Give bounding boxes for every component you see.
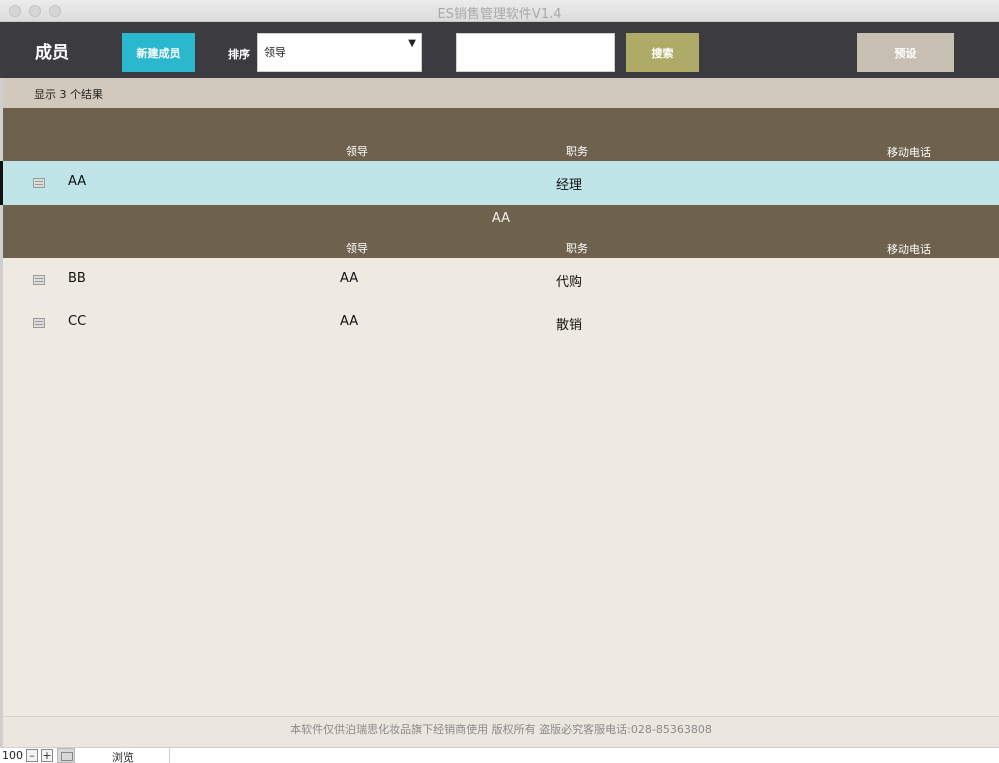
column-header-leader: 领导 — [346, 145, 368, 158]
status-divider — [169, 748, 170, 763]
list-item[interactable]: BB AA 代购 — [3, 258, 999, 302]
preset-button[interactable]: 预设 — [857, 33, 954, 72]
results-count: 显示 3 个结果 — [34, 88, 103, 101]
member-job: 经理 — [556, 178, 583, 193]
search-button[interactable]: 搜索 — [626, 33, 699, 72]
sort-label: 排序 — [228, 48, 250, 61]
list-item[interactable]: CC AA 散销 — [3, 301, 999, 345]
sort-select[interactable]: 领导 ▼ — [257, 33, 422, 72]
zoom-out-button[interactable]: – — [26, 749, 38, 762]
member-name: CC — [68, 314, 87, 329]
member-leader: AA — [340, 271, 359, 286]
group-header: 领导 职务 移动电话 — [3, 108, 999, 161]
window-titlebar: ES销售管理软件V1.4 — [0, 0, 999, 22]
zoom-in-button[interactable]: + — [41, 749, 53, 762]
member-leader: AA — [340, 314, 359, 329]
column-header-phone: 移动电话 — [887, 243, 931, 256]
results-bar: 显示 3 个结果 — [3, 78, 999, 108]
record-icon[interactable] — [33, 275, 45, 285]
column-header-phone: 移动电话 — [887, 146, 931, 159]
search-input[interactable] — [456, 33, 615, 72]
column-header-job: 职务 — [566, 242, 588, 255]
layout-toggle-icon[interactable] — [57, 748, 75, 763]
column-header-job: 职务 — [566, 145, 588, 158]
header-bar: 成员 新建成员 排序 领导 ▼ 搜索 预设 — [0, 22, 999, 78]
record-icon[interactable] — [33, 318, 45, 328]
column-header-leader: 领导 — [346, 242, 368, 255]
list-item[interactable]: AA 经理 — [0, 161, 999, 205]
copyright-notice: 本软件仅供泊瑞思化妆品旗下经销商使用 版权所有 盗版必究客服电话:028-853… — [290, 723, 712, 736]
page-title: 成员 — [35, 43, 69, 63]
sort-selected-value: 领导 — [264, 46, 286, 59]
group-name: AA — [491, 211, 511, 226]
zoom-level: 100 — [2, 749, 23, 762]
member-job: 散销 — [556, 318, 583, 333]
footer: 本软件仅供泊瑞思化妆品旗下经销商使用 版权所有 盗版必究客服电话:028-853… — [3, 716, 999, 747]
window-title: ES销售管理软件V1.4 — [437, 7, 562, 22]
member-job: 代购 — [556, 275, 583, 290]
member-list: 领导 职务 移动电话 AA 经理 AA 领导 职务 移动电话 BB AA 代购 … — [0, 108, 999, 716]
new-member-button[interactable]: 新建成员 — [122, 33, 195, 72]
chevron-down-icon: ▼ — [408, 38, 416, 49]
member-name: BB — [68, 271, 86, 286]
member-name: AA — [68, 174, 87, 189]
selection-indicator — [0, 161, 3, 205]
record-icon[interactable] — [33, 178, 45, 188]
group-header: AA 领导 职务 移动电话 — [3, 205, 999, 258]
mode-label[interactable]: 浏览 — [112, 749, 134, 763]
status-bar: 100 – + 浏览 — [0, 747, 999, 763]
